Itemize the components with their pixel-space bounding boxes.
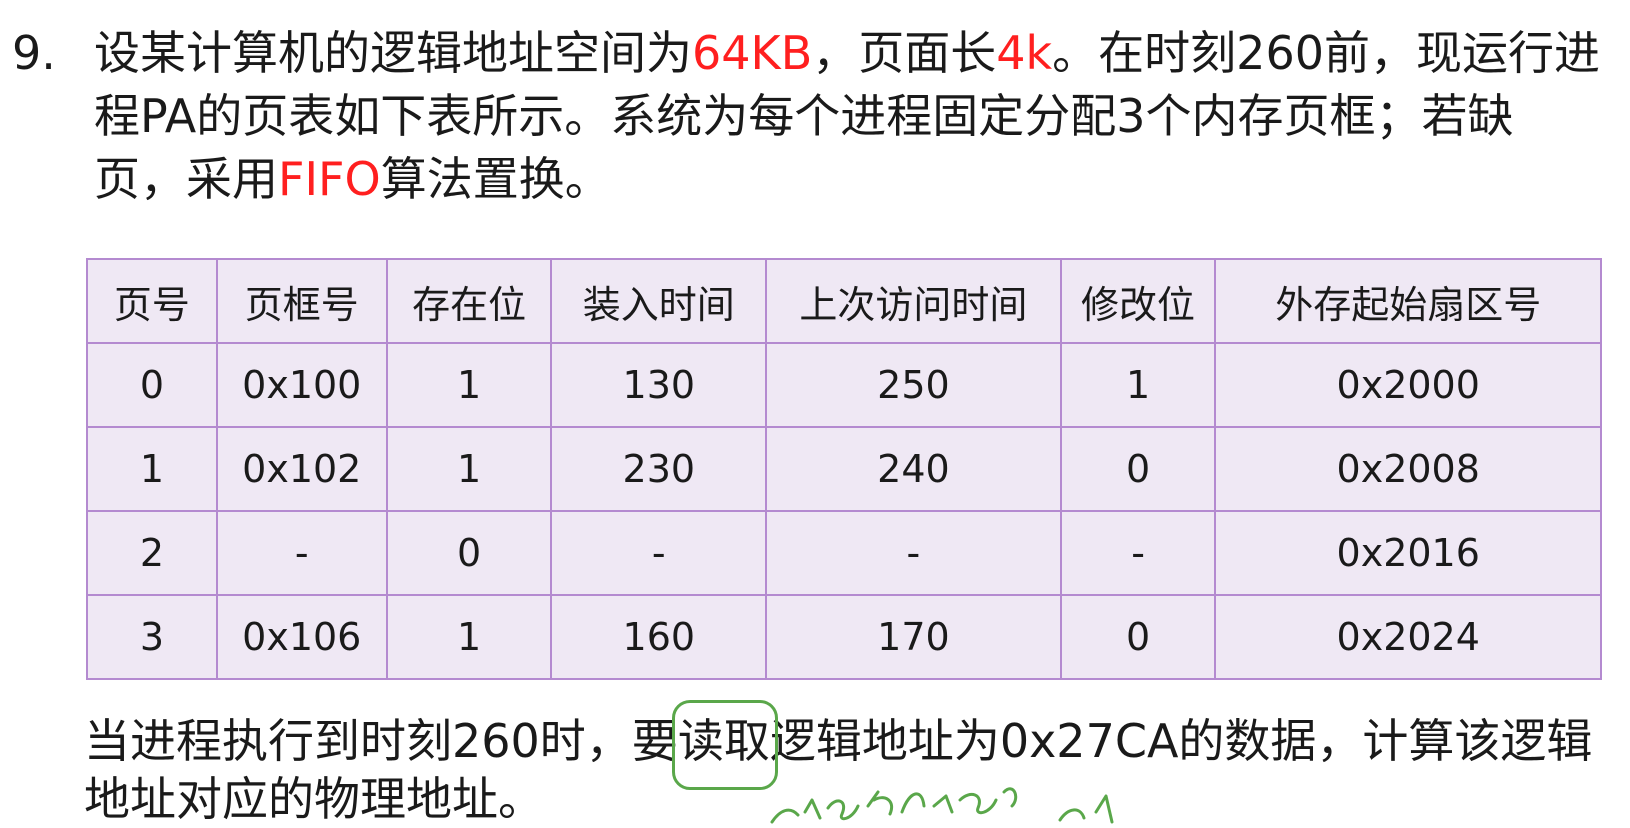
problem-seg-address-space: 64KB	[692, 26, 813, 80]
table-row: 3 0x106 1 160 170 0 0x2024	[86, 594, 1602, 680]
table-cell: 1	[385, 594, 553, 680]
table-cell: 0	[1059, 426, 1217, 512]
question-before: 当进程执行到时刻260时，要	[84, 714, 678, 768]
table-cell: 0x2008	[1214, 426, 1602, 512]
table-cell: 0	[385, 510, 553, 596]
header-last-access-time: 上次访问时间	[765, 258, 1062, 344]
table-cell: 2	[86, 510, 218, 596]
table-cell: 0x2016	[1214, 510, 1602, 596]
header-disk-sector: 外存起始扇区号	[1214, 258, 1602, 344]
table-cell: 230	[550, 426, 768, 512]
table-cell: 0x2024	[1214, 594, 1602, 680]
problem-statement: 9. 设某计算机的逻辑地址空间为64KB，页面长4k。在时刻260前，现运行进程…	[12, 22, 1612, 211]
problem-text: 设某计算机的逻辑地址空间为64KB，页面长4k。在时刻260前，现运行进程PA的…	[94, 22, 1604, 211]
table-cell: 160	[550, 594, 768, 680]
table-cell: 1	[1059, 342, 1217, 428]
problem-seg-6: 算法置换。	[380, 152, 611, 206]
question-text: 当进程执行到时刻260时，要读取 逻辑地址为0x27CA的数据，计算该逻辑地址对应…	[84, 700, 1614, 828]
header-present-bit: 存在位	[385, 258, 553, 344]
table-cell: 130	[550, 342, 768, 428]
table-cell: 1	[385, 426, 553, 512]
question-highlight-read: 读取	[671, 700, 778, 790]
table-cell: -	[1059, 510, 1217, 596]
problem-seg-algorithm: FIFO	[278, 152, 381, 206]
problem-seg-2: ，页面长	[812, 26, 997, 80]
handwritten-circle	[671, 700, 778, 790]
table-cell: 1	[385, 342, 553, 428]
table-cell: 3	[86, 594, 218, 680]
header-modified-bit: 修改位	[1059, 258, 1217, 344]
header-page-number: 页号	[86, 258, 218, 344]
table-cell: 0x2000	[1214, 342, 1602, 428]
table-row: 2 - 0 - - - 0x2016	[86, 510, 1602, 596]
table-cell: 250	[765, 342, 1062, 428]
problem-number: 9.	[12, 26, 56, 80]
table-cell: 1	[86, 426, 218, 512]
table-cell: -	[215, 510, 388, 596]
table-row: 1 0x102 1 230 240 0 0x2008	[86, 426, 1602, 512]
table-cell: 0	[86, 342, 218, 428]
problem-seg-0: 设某计算机的逻辑地址空间为	[94, 26, 692, 80]
table-row: 0 0x100 1 130 250 1 0x2000	[86, 342, 1602, 428]
table-cell: 0x102	[215, 426, 388, 512]
table-cell: 0x100	[215, 342, 388, 428]
table-header-row: 页号 页框号 存在位 装入时间 上次访问时间 修改位 外存起始扇区号	[86, 258, 1602, 344]
page-table: 页号 页框号 存在位 装入时间 上次访问时间 修改位 外存起始扇区号 0 0x1…	[86, 258, 1602, 680]
table-cell: 240	[765, 426, 1062, 512]
table-cell: 170	[765, 594, 1062, 680]
table-cell: -	[550, 510, 768, 596]
table-cell: 0	[1059, 594, 1217, 680]
problem-seg-page-size: 4k	[996, 26, 1053, 80]
table-cell: 0x106	[215, 594, 388, 680]
table-cell: -	[765, 510, 1062, 596]
header-load-time: 装入时间	[550, 258, 768, 344]
header-frame-number: 页框号	[215, 258, 388, 344]
